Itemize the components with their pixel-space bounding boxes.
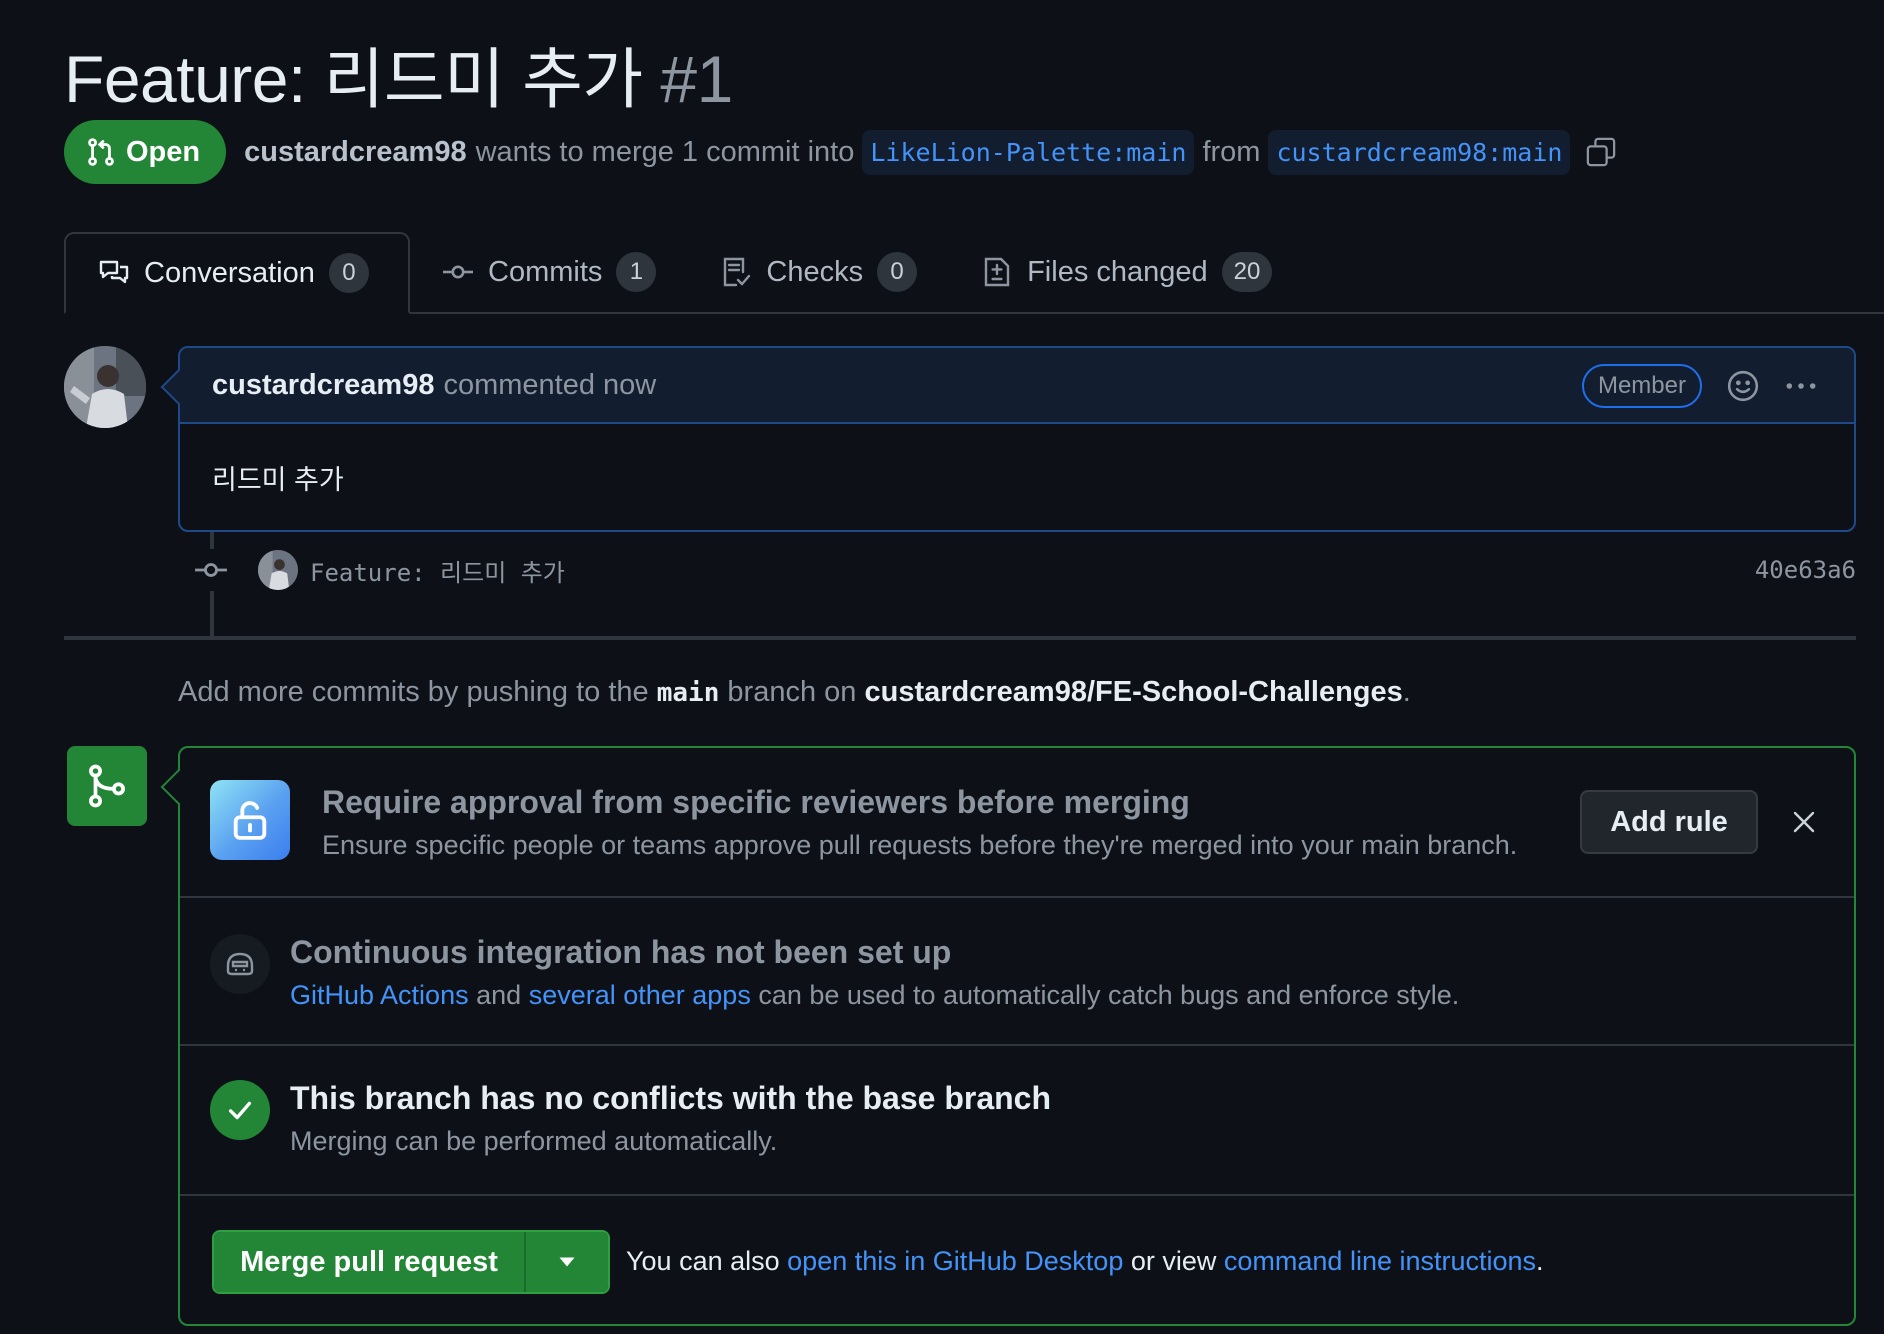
- tab-checks[interactable]: Checks 0: [688, 232, 949, 312]
- ci-icon-circle: [210, 934, 270, 994]
- ci-section: Continuous integration has not been set …: [180, 898, 1854, 1046]
- triangle-down-icon: [558, 1256, 576, 1268]
- comment-box: custardcream98 commented now Member 리드미 …: [178, 346, 1856, 532]
- command-line-link[interactable]: command line instructions: [1224, 1246, 1536, 1276]
- git-merge-icon: [84, 763, 130, 809]
- merge-status-icon-box: [67, 746, 147, 826]
- pr-merge-text: wants to merge 1 commit into: [475, 135, 855, 168]
- smiley-icon[interactable]: [1726, 369, 1760, 403]
- tab-conversation-label: Conversation: [144, 256, 315, 289]
- git-pull-request-icon: [86, 137, 116, 167]
- github-actions-link[interactable]: GitHub Actions: [290, 980, 469, 1010]
- git-commit-icon: [194, 549, 228, 591]
- ci-title: Continuous integration has not been set …: [290, 934, 952, 970]
- github-desktop-link[interactable]: open this in GitHub Desktop: [787, 1246, 1123, 1276]
- merge-hint: You can also open this in GitHub Desktop…: [626, 1246, 1544, 1277]
- comment-body: 리드미 추가: [212, 464, 344, 495]
- avatar[interactable]: [64, 346, 146, 428]
- copy-icon[interactable]: [1586, 137, 1616, 167]
- commit-avatar[interactable]: [258, 550, 298, 590]
- tab-files-changed-count: 20: [1221, 252, 1273, 292]
- file-diff-icon: [981, 256, 1013, 288]
- push-hint-branch: main: [656, 678, 720, 708]
- ci-desc-text: can be used to automatically catch bugs …: [758, 980, 1460, 1010]
- git-commit-icon: [442, 256, 474, 288]
- tab-checks-count: 0: [877, 252, 918, 292]
- ci-desc: GitHub Actions and several other apps ca…: [290, 980, 1459, 1011]
- tab-files-changed-label: Files changed: [1027, 255, 1208, 288]
- merge-hint-suffix: .: [1536, 1246, 1544, 1276]
- member-badge: Member: [1581, 364, 1702, 408]
- head-branch[interactable]: custardcream98:main: [1268, 129, 1571, 175]
- merge-hint-prefix: You can also: [626, 1246, 780, 1276]
- tab-conversation-count: 0: [328, 253, 369, 293]
- push-hint-middle: branch on: [727, 676, 857, 708]
- other-apps-link[interactable]: several other apps: [529, 980, 751, 1010]
- merge-pull-request-button[interactable]: Merge pull request: [214, 1232, 526, 1292]
- base-branch[interactable]: LikeLion-Palette:main: [862, 129, 1195, 175]
- merge-box: Require approval from specific reviewers…: [178, 746, 1856, 1326]
- conflicts-section: This branch has no conflicts with the ba…: [180, 1046, 1854, 1196]
- unlock-icon-tile: [210, 780, 290, 860]
- pr-author-link[interactable]: custardcream98: [244, 136, 466, 169]
- timeline-divider: [64, 636, 1856, 640]
- check-icon: [225, 1095, 255, 1125]
- kebab-horizontal-icon[interactable]: [1784, 369, 1818, 403]
- checklist-icon: [720, 256, 752, 288]
- pr-state-label: Open: [126, 135, 201, 168]
- conflicts-title: This branch has no conflicts with the ba…: [290, 1080, 1052, 1116]
- push-hint-repo-link[interactable]: custardcream98/FE-School-Challenges: [864, 676, 1402, 708]
- tab-commits-count: 1: [616, 252, 657, 292]
- push-hint: Add more commits by pushing to the main …: [178, 676, 1411, 709]
- check-circle: [210, 1080, 270, 1140]
- commit-sha-link[interactable]: 40e63a6: [1755, 556, 1856, 584]
- tab-checks-label: Checks: [766, 255, 864, 288]
- approval-rule-section: Require approval from specific reviewers…: [180, 748, 1854, 898]
- comment-author-link[interactable]: custardcream98: [212, 369, 434, 402]
- commit-message-link[interactable]: Feature: 리드미 추가: [310, 553, 565, 588]
- comment-header: custardcream98 commented now Member: [180, 348, 1854, 424]
- conflicts-desc: Merging can be performed automatically.: [290, 1126, 778, 1156]
- comment-action: commented now: [443, 368, 657, 401]
- ci-and-text: and: [476, 980, 522, 1010]
- merge-action-section: Merge pull request You can also open thi…: [180, 1196, 1854, 1326]
- tab-commits[interactable]: Commits 1: [410, 232, 688, 312]
- approval-desc: Ensure specific people or teams approve …: [322, 830, 1518, 860]
- tab-commits-label: Commits: [488, 255, 603, 288]
- push-hint-suffix: .: [1402, 676, 1411, 708]
- tab-files-changed[interactable]: Files changed 20: [949, 232, 1304, 312]
- merge-hint-middle: or view: [1130, 1246, 1217, 1276]
- close-icon[interactable]: [1788, 806, 1820, 838]
- add-rule-button[interactable]: Add rule: [1580, 790, 1758, 854]
- pr-tabs: Conversation 0 Commits 1 Checks 0 Files …: [64, 232, 1884, 314]
- tab-conversation[interactable]: Conversation 0: [64, 232, 410, 314]
- pr-number: #1: [660, 42, 733, 116]
- push-hint-prefix: Add more commits by pushing to the: [178, 676, 649, 708]
- timeline-commit: Feature: 리드미 추가 40e63a6: [194, 548, 1856, 592]
- approval-title: Require approval from specific reviewers…: [322, 784, 1190, 820]
- pr-title: Feature: 리드미 추가 #1: [64, 26, 733, 122]
- comment-discussion-icon: [98, 257, 130, 289]
- pr-state-badge: Open: [64, 120, 227, 184]
- from-text: from: [1202, 135, 1261, 168]
- merge-method-dropdown[interactable]: [526, 1232, 608, 1292]
- pr-title-text: Feature: 리드미 추가: [64, 42, 643, 116]
- pr-meta: Open custardcream98 wants to merge 1 com…: [64, 120, 1616, 184]
- unlock-icon: [228, 798, 272, 842]
- merge-button-group: Merge pull request: [212, 1230, 610, 1294]
- copilot-icon: [224, 948, 256, 980]
